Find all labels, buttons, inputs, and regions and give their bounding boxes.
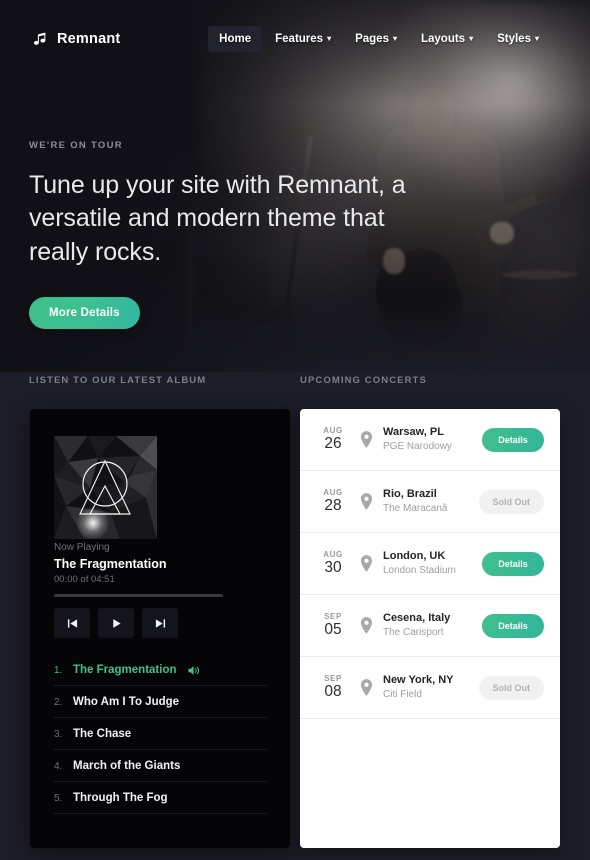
concert-date: AUG 30 — [318, 550, 348, 576]
concert-city: London, UK — [383, 550, 446, 563]
chevron-down-icon: ▾ — [534, 34, 539, 43]
concert-city: Warsaw, PL — [383, 426, 444, 439]
next-track-button[interactable] — [142, 608, 178, 638]
concert-month: AUG — [323, 550, 343, 560]
concert-city: New York, NY — [383, 674, 454, 687]
concert-day: 26 — [324, 435, 342, 453]
more-details-button[interactable]: More Details — [29, 296, 140, 329]
chevron-down-icon: ▾ — [327, 34, 332, 43]
concert-venue: The Maracanã — [383, 503, 448, 515]
concert-venue-info: Warsaw, PL PGE Narodowy — [383, 425, 482, 453]
concert-venue-info: Rio, Brazil The Maracanã — [383, 487, 479, 515]
concert-venue-info: London, UK London Stadium — [383, 549, 482, 577]
concert-city: Cesena, Italy — [383, 612, 451, 625]
concert-venue-info: Cesena, Italy The Carisport — [383, 611, 482, 639]
hero-copy: WE'RE ON TOUR Tune up your site with Rem… — [29, 140, 419, 329]
track-number: 5. — [54, 792, 63, 804]
concerts-card: AUG 26 Warsaw, PL PGE Narodowy Details A… — [300, 409, 560, 848]
nav-item-styles[interactable]: Styles ▾ — [486, 26, 550, 52]
brand-name: Remnant — [57, 31, 121, 47]
concert-sold-out-badge: Sold Out — [478, 675, 544, 700]
concert-month: AUG — [323, 488, 343, 498]
concert-month: AUG — [323, 426, 343, 436]
nav-item-home[interactable]: Home — [208, 26, 263, 52]
now-playing-title: The Fragmentation — [54, 557, 167, 571]
concert-day: 08 — [324, 683, 342, 701]
hero-eyebrow: WE'RE ON TOUR — [29, 140, 123, 151]
track-title: The Fragmentation — [73, 664, 177, 676]
nav-item-home-label: Home — [219, 33, 252, 45]
map-pin-icon — [360, 617, 373, 634]
brand-logo[interactable]: Remnant — [33, 31, 120, 47]
track-title: March of the Giants — [73, 760, 181, 772]
track-list-item[interactable]: 2. Who Am I To Judge — [54, 686, 267, 718]
page-root: Remnant Home Features ▾ Pages ▾ Layouts … — [0, 0, 590, 860]
concert-details-button[interactable]: Details — [482, 551, 544, 576]
track-list-item[interactable]: 3. The Chase — [54, 718, 267, 750]
concert-month: SEP — [324, 612, 342, 622]
progress-bar[interactable] — [54, 594, 223, 597]
track-number: 3. — [54, 728, 63, 740]
top-navbar: Remnant Home Features ▾ Pages ▾ Layouts … — [0, 0, 590, 78]
track-list-item[interactable]: 4. March of the Giants — [54, 750, 267, 782]
nav-item-features-label: Features — [275, 33, 324, 45]
player-controls — [54, 608, 178, 638]
track-number: 4. — [54, 760, 63, 772]
concert-details-button[interactable]: Details — [482, 427, 544, 452]
map-pin-icon — [360, 431, 373, 448]
music-player-card: Now Playing The Fragmentation 00:00 of 0… — [30, 409, 290, 848]
concert-date: SEP 05 — [318, 612, 348, 638]
concert-sold-out-badge: Sold Out — [478, 489, 544, 514]
concert-venue: PGE Narodowy — [383, 441, 452, 453]
concert-date: SEP 08 — [318, 674, 348, 700]
concert-row: SEP 05 Cesena, Italy The Carisport Detai… — [300, 595, 560, 657]
concert-day: 05 — [324, 621, 342, 639]
map-pin-icon — [360, 493, 373, 510]
nav-item-features[interactable]: Features ▾ — [264, 26, 342, 52]
hero-title: Tune up your site with Remnant, a versat… — [29, 171, 406, 266]
now-playing-label: Now Playing — [54, 542, 110, 553]
concert-month: SEP — [324, 674, 342, 684]
now-playing-time: 00:00 of 04:51 — [54, 574, 115, 585]
track-title: Who Am I To Judge — [73, 696, 180, 708]
map-pin-icon — [360, 555, 373, 572]
track-list: 1. The Fragmentation 2. Who Am I To Judg… — [54, 654, 267, 814]
concert-row: SEP 08 New York, NY Citi Field Sold Out — [300, 657, 560, 719]
nav-item-pages-label: Pages — [355, 33, 389, 45]
track-number: 2. — [54, 696, 63, 708]
map-pin-icon — [360, 679, 373, 696]
track-title: The Chase — [73, 728, 132, 740]
previous-track-button[interactable] — [54, 608, 90, 638]
concerts-section-label: UPCOMING CONCERTS — [300, 375, 427, 386]
concert-row: AUG 30 London, UK London Stadium Details — [300, 533, 560, 595]
chevron-down-icon: ▾ — [392, 34, 397, 43]
album-artwork — [54, 436, 157, 539]
speaker-icon — [187, 665, 200, 676]
track-list-item[interactable]: 1. The Fragmentation — [54, 654, 267, 686]
chevron-down-icon: ▾ — [469, 34, 474, 43]
nav-item-layouts-label: Layouts — [420, 33, 466, 45]
nav-item-layouts[interactable]: Layouts ▾ — [410, 26, 484, 52]
nav-item-styles-label: Styles — [497, 33, 531, 45]
concert-venue-info: New York, NY Citi Field — [383, 673, 479, 701]
track-list-item[interactable]: 5. Through The Fog — [54, 782, 267, 814]
track-number: 1. — [54, 664, 63, 676]
concert-day: 30 — [324, 559, 342, 577]
concert-row: AUG 28 Rio, Brazil The Maracanã Sold Out — [300, 471, 560, 533]
concert-venue: Citi Field — [383, 689, 422, 701]
album-section-label: LISTEN TO OUR LATEST ALBUM — [29, 375, 207, 386]
concert-venue: The Carisport — [383, 627, 444, 639]
concert-date: AUG 28 — [318, 488, 348, 514]
concert-row: AUG 26 Warsaw, PL PGE Narodowy Details — [300, 409, 560, 471]
concert-venue: London Stadium — [383, 565, 456, 577]
play-button[interactable] — [98, 608, 134, 638]
nav-links: Home Features ▾ Pages ▾ Layouts ▾ Styles… — [208, 26, 550, 52]
concert-date: AUG 26 — [318, 426, 348, 452]
concert-details-button[interactable]: Details — [482, 613, 544, 638]
music-note-icon — [33, 32, 48, 47]
track-title: Through The Fog — [73, 792, 168, 804]
concert-city: Rio, Brazil — [383, 488, 437, 501]
concert-day: 28 — [324, 497, 342, 515]
nav-item-pages[interactable]: Pages ▾ — [344, 26, 408, 52]
